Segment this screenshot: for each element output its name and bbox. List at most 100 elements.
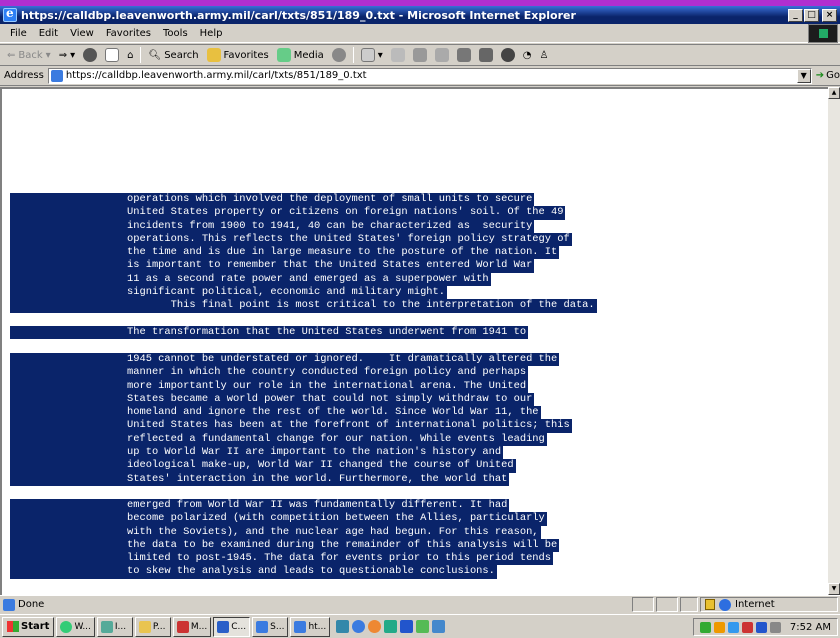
text-line-content: States' interaction in the world. Furthe… <box>127 472 508 485</box>
quick-launch-icon[interactable] <box>416 620 430 633</box>
text-line: This final point is most critical to the… <box>10 299 597 313</box>
tray-icon[interactable] <box>769 621 781 633</box>
task-label: M... <box>190 621 208 632</box>
task-label: S... <box>270 621 285 632</box>
quick-launch-icon[interactable] <box>336 620 350 633</box>
text-line: 11 as a second rate power and emerged as… <box>10 272 595 287</box>
maximize-button[interactable]: □ <box>804 8 819 22</box>
toolbar-separator <box>140 47 142 63</box>
search-button[interactable]: 🔍︎ Search <box>144 50 202 61</box>
refresh-button[interactable] <box>101 48 123 62</box>
text-line: The transformation that the United State… <box>10 326 529 340</box>
tray-icon[interactable] <box>727 621 739 633</box>
media-button[interactable]: Media <box>273 48 328 62</box>
back-button[interactable]: ⇐ Back ▾ <box>3 50 55 61</box>
menu-view[interactable]: View <box>64 28 100 39</box>
text-line-content: 1945 cannot be understated or ignored. I… <box>127 353 558 365</box>
menu-help[interactable]: Help <box>194 28 229 39</box>
tray-icon[interactable] <box>755 621 767 633</box>
research-button[interactable] <box>453 48 475 62</box>
text-line-content: This final point is most critical to the… <box>127 299 595 312</box>
history-button[interactable] <box>328 48 350 62</box>
search-label: Search <box>164 49 199 61</box>
text-line-content: United States property or citizens on fo… <box>127 206 564 219</box>
tray-icon[interactable] <box>741 621 753 633</box>
taskbar-button[interactable]: C... <box>213 616 251 637</box>
calendar-button[interactable] <box>475 48 497 62</box>
status-bar: Done Internet <box>0 595 840 613</box>
quick-launch-icon[interactable] <box>368 620 382 633</box>
page-content[interactable]: operations which involved the deployment… <box>0 87 828 595</box>
text-line-content: homeland and ignore the rest of the worl… <box>127 406 539 419</box>
messenger-button[interactable] <box>497 48 519 62</box>
security-zone[interactable]: Internet <box>700 597 838 612</box>
text-line: United States has been at the forefront … <box>10 419 572 433</box>
text-line-content: States became a world power that could n… <box>127 392 533 405</box>
favorites-button[interactable]: Favorites <box>203 48 273 62</box>
menu-file[interactable]: File <box>4 28 33 39</box>
text-line: significant political, economic and mili… <box>10 286 595 300</box>
chat-icon: ◔ <box>522 49 532 61</box>
start-button[interactable]: Start <box>2 616 55 637</box>
contacts-button[interactable]: ♙ <box>536 50 553 61</box>
chat-button[interactable]: ◔ <box>519 50 536 61</box>
taskbar-button[interactable]: M... <box>172 616 212 637</box>
folder-icon <box>138 620 151 633</box>
vertical-scrollbar[interactable]: ▲ ▼ <box>828 87 840 595</box>
edit-button[interactable] <box>409 48 431 62</box>
back-arrow-icon: ⇐ <box>7 49 16 61</box>
task-label: C... <box>231 621 247 632</box>
minimize-button[interactable]: _ <box>788 8 803 22</box>
windows-flag-icon <box>7 621 19 632</box>
start-label: Start <box>21 621 50 632</box>
app-icon <box>60 620 73 633</box>
taskbar-button[interactable]: I... <box>96 616 133 637</box>
ie-icon <box>256 620 269 633</box>
quick-launch-icon[interactable] <box>352 620 366 633</box>
mail-button[interactable]: ▾ <box>357 48 387 62</box>
messenger-icon <box>500 48 515 62</box>
text-line-content: manner in which the country conducted fo… <box>127 366 527 379</box>
page-status-icon <box>3 598 15 611</box>
scroll-up-button[interactable]: ▲ <box>828 87 840 99</box>
standard-toolbar: ⇐ Back ▾ ⇒ ▾ ⌂ 🔍︎ Search Favorites Media… <box>0 44 840 66</box>
tray-icon[interactable] <box>699 621 711 633</box>
discuss-button[interactable] <box>431 48 453 62</box>
text-line: States became a world power that could n… <box>10 392 570 407</box>
discuss-icon <box>434 48 449 62</box>
stop-button[interactable] <box>79 48 101 62</box>
text-line-content: operations which involved the deployment… <box>127 193 533 205</box>
menu-favorites[interactable]: Favorites <box>100 28 157 39</box>
text-line: manner in which the country conducted fo… <box>10 366 570 380</box>
stop-icon <box>83 48 98 62</box>
home-button[interactable]: ⌂ <box>123 50 137 61</box>
calendar-icon <box>478 48 493 62</box>
page-icon <box>50 69 63 82</box>
print-button[interactable] <box>387 48 409 62</box>
menu-bar: File Edit View Favorites Tools Help <box>0 24 840 43</box>
window-titlebar[interactable]: https://calldbp.leavenworth.army.mil/car… <box>0 0 840 24</box>
favorites-icon <box>206 48 221 62</box>
go-button[interactable]: ➔ Go <box>816 70 840 81</box>
menu-edit[interactable]: Edit <box>33 28 64 39</box>
text-line-content: is important to remember that the United… <box>127 259 533 272</box>
close-button[interactable]: × <box>822 8 837 22</box>
address-input[interactable]: https://calldbp.leavenworth.army.mil/car… <box>47 67 812 84</box>
menu-tools[interactable]: Tools <box>157 28 194 39</box>
quick-launch-icon[interactable] <box>384 620 398 633</box>
tray-icon[interactable] <box>713 621 725 633</box>
taskbar-button[interactable]: ht... <box>290 616 331 637</box>
toolbar-separator <box>352 47 354 63</box>
quick-launch-icon[interactable] <box>432 620 446 633</box>
taskbar-button[interactable]: W... <box>56 616 95 637</box>
task-label: W... <box>74 621 91 632</box>
address-dropdown-button[interactable]: ▼ <box>796 68 811 83</box>
taskbar-button[interactable]: P... <box>134 616 171 637</box>
forward-button[interactable]: ⇒ ▾ <box>55 50 79 61</box>
text-line-content: emerged from World War II was fundamenta… <box>127 499 508 511</box>
zone-label: Internet <box>735 599 775 610</box>
scroll-down-button[interactable]: ▼ <box>828 583 840 595</box>
quick-launch-icon[interactable] <box>400 620 414 633</box>
taskbar-button[interactable]: S... <box>252 616 289 637</box>
text-line: ideological make-up, World War II change… <box>10 459 570 473</box>
